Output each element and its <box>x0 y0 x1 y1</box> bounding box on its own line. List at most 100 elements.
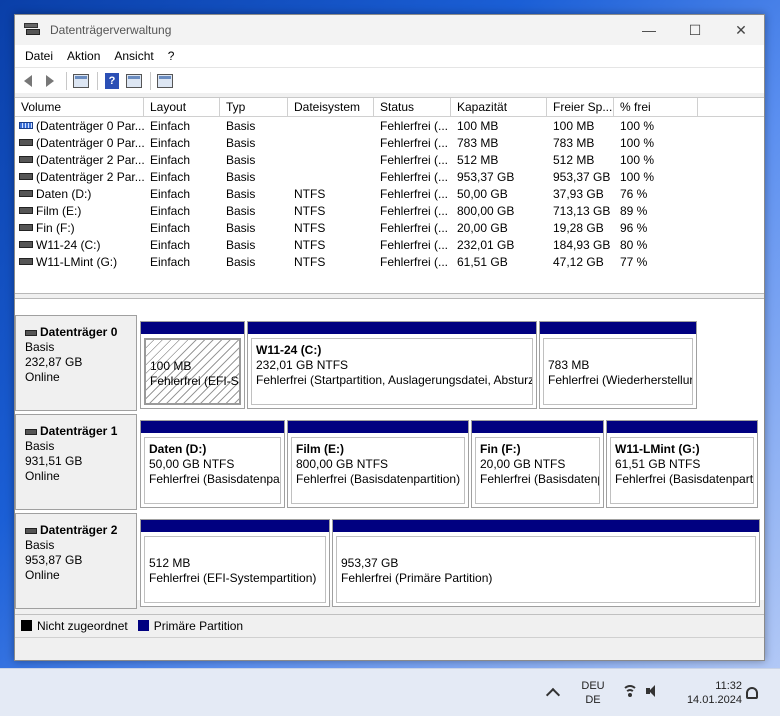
column-capacity[interactable]: Kapazität <box>451 98 547 117</box>
help-button[interactable]: ? <box>102 71 122 91</box>
partition-label: Fin (F:) <box>480 442 521 456</box>
volume-percent-free: 76 % <box>620 186 648 201</box>
show-hidden-icons-chevron-icon[interactable] <box>545 687 561 703</box>
volume-type: Basis <box>226 118 256 133</box>
volume-free-space: 512 MB <box>553 152 595 167</box>
toolbar-separator <box>97 71 98 90</box>
partition-label: W11-24 (C:) <box>256 343 322 357</box>
help-icon: ? <box>105 72 119 89</box>
column-layout[interactable]: Layout <box>144 98 220 117</box>
volume-status: Fehlerfrei (... <box>380 237 449 252</box>
primary-partition-bar <box>141 322 244 334</box>
disk-icon <box>25 329 37 336</box>
volume-name-text: (Datenträger 0 Par... <box>36 135 144 150</box>
volume-layout: Einfach <box>150 152 191 167</box>
menu-datei[interactable]: Datei <box>18 49 60 63</box>
input-language-indicator[interactable]: DEU DE <box>578 679 608 707</box>
table-row[interactable]: Daten (D:) Einfach Basis NTFS Fehlerfrei (..… <box>15 185 764 202</box>
volume-name: (Datenträger 2 Par... <box>15 170 144 184</box>
column-type[interactable]: Typ <box>220 98 288 117</box>
partition-block[interactable]: W11-24 (C:) 232,01 GB NTFS Fehlerfrei (Sta… <box>247 321 537 409</box>
partition-block[interactable]: 953,37 GB Fehlerfrei (Primäre Partition) <box>332 519 760 607</box>
primary-partition-bar <box>288 421 468 433</box>
volume-type: Basis <box>226 186 256 201</box>
partition-block[interactable]: 512 MB Fehlerfrei (EFI-Systempartition) <box>140 519 330 607</box>
volume-name: Daten (D:) <box>15 187 144 201</box>
volume-layout: Einfach <box>150 203 191 218</box>
table-row[interactable]: W11-LMint (G:) Einfach Basis NTFS Fehlerfrei… <box>15 253 764 270</box>
partition-details: 783 MB Fehlerfrei (Wiederherstellur <box>543 338 693 405</box>
notification-bell-icon[interactable] <box>746 687 758 699</box>
clock[interactable]: 11:32 14.01.2024 <box>672 679 742 707</box>
volume-filesystem: NTFS <box>294 254 326 269</box>
menu-ansicht[interactable]: Ansicht <box>107 49 160 63</box>
partition-block[interactable]: 783 MB Fehlerfrei (Wiederherstellur <box>539 321 697 409</box>
table-row[interactable]: (Datenträger 0 Par... Einfach Basis Fehlerf… <box>15 134 764 151</box>
table-row[interactable]: (Datenträger 2 Par... Einfach Basis Fehlerf… <box>15 168 764 185</box>
menu-help[interactable]: ? <box>161 49 182 63</box>
volume-list-body: (Datenträger 0 Par... Einfach Basis Fehlerf… <box>15 117 764 270</box>
partition-size: 783 MB <box>548 358 590 372</box>
disk-row: Datenträger 0 Basis 232,87 GB Online 100 MB F… <box>15 315 764 411</box>
volume-name-text: Film (E:) <box>36 203 82 218</box>
drive-icon <box>19 190 33 197</box>
table-row[interactable]: (Datenträger 0 Par... Einfach Basis Fehlerf… <box>15 117 764 134</box>
column-volume[interactable]: Volume <box>15 98 144 117</box>
volume-layout: Einfach <box>150 186 191 201</box>
volume-free-space: 37,93 GB <box>553 186 604 201</box>
drive-icon <box>19 156 33 163</box>
partition-status: Fehlerfrei (Basisdatenparti <box>615 472 754 486</box>
column-empty <box>698 98 764 117</box>
maximize-button[interactable]: ☐ <box>672 15 718 45</box>
forward-button[interactable] <box>40 71 60 91</box>
disk-info[interactable]: Datenträger 2 Basis 953,87 GB Online <box>15 513 137 609</box>
column-filesystem[interactable]: Dateisystem <box>288 98 374 117</box>
minimize-button[interactable]: — <box>626 15 672 45</box>
volume-name: W11-24 (C:) <box>15 238 144 252</box>
volume-name-text: (Datenträger 2 Par... <box>36 152 144 167</box>
menu-aktion[interactable]: Aktion <box>60 49 107 63</box>
drive-icon <box>19 258 33 265</box>
column-status[interactable]: Status <box>374 98 451 117</box>
partition-block[interactable]: Fin (F:) 20,00 GB NTFS Fehlerfrei (Basisda… <box>471 420 604 508</box>
table-row[interactable]: Fin (F:) Einfach Basis NTFS Fehlerfrei (... 2… <box>15 219 764 236</box>
volume-name: (Datenträger 0 Par... <box>15 119 144 133</box>
partition-block[interactable]: W11-LMint (G:) 61,51 GB NTFS Fehlerfrei (B… <box>606 420 758 508</box>
disk-info[interactable]: Datenträger 0 Basis 232,87 GB Online <box>15 315 137 411</box>
column-free-space[interactable]: Freier Sp... <box>547 98 614 117</box>
title-bar[interactable]: Datenträgerverwaltung — ☐ ✕ <box>15 15 764 45</box>
drive-icon <box>19 207 33 214</box>
partition-block[interactable]: Film (E:) 800,00 GB NTFS Fehlerfrei (Basis… <box>287 420 469 508</box>
column-percent-free[interactable]: % frei <box>614 98 698 117</box>
properties-button[interactable] <box>71 71 91 91</box>
keyboard-layout: DE <box>585 694 601 706</box>
table-row[interactable]: (Datenträger 2 Par... Einfach Basis Fehlerf… <box>15 151 764 168</box>
disk-name: Datenträger 0 <box>25 325 136 340</box>
volume-icon[interactable] <box>646 684 662 698</box>
legend-swatch-unallocated <box>21 620 32 631</box>
pane-splitter[interactable] <box>15 293 764 299</box>
list-button[interactable] <box>155 71 175 91</box>
volume-name: W11-LMint (G:) <box>15 255 144 269</box>
close-button[interactable]: ✕ <box>718 15 764 45</box>
back-button[interactable] <box>18 71 38 91</box>
table-row[interactable]: W11-24 (C:) Einfach Basis NTFS Fehlerfrei (.… <box>15 236 764 253</box>
volume-capacity: 232,01 GB <box>457 237 515 252</box>
volume-free-space: 100 MB <box>553 118 595 133</box>
volume-capacity: 20,00 GB <box>457 220 508 235</box>
volume-status: Fehlerfrei (... <box>380 203 449 218</box>
console-icon <box>126 73 142 88</box>
volume-percent-free: 89 % <box>620 203 648 218</box>
disk-state: Online <box>25 469 60 483</box>
volume-percent-free: 80 % <box>620 237 648 252</box>
partition-label: Daten (D:) <box>149 442 207 456</box>
wifi-icon[interactable] <box>622 684 638 700</box>
disk-info[interactable]: Datenträger 1 Basis 931,51 GB Online <box>15 414 137 510</box>
partition-block[interactable]: 100 MB Fehlerfrei (EFI-Sys <box>140 321 245 409</box>
partition-size: 953,37 GB <box>341 556 399 570</box>
partition-block[interactable]: Daten (D:) 50,00 GB NTFS Fehlerfrei (Basis… <box>140 420 285 508</box>
console-button[interactable] <box>124 71 144 91</box>
drive-icon <box>19 224 33 231</box>
disk-size: 931,51 GB <box>25 454 83 468</box>
table-row[interactable]: Film (E:) Einfach Basis NTFS Fehlerfrei (...… <box>15 202 764 219</box>
